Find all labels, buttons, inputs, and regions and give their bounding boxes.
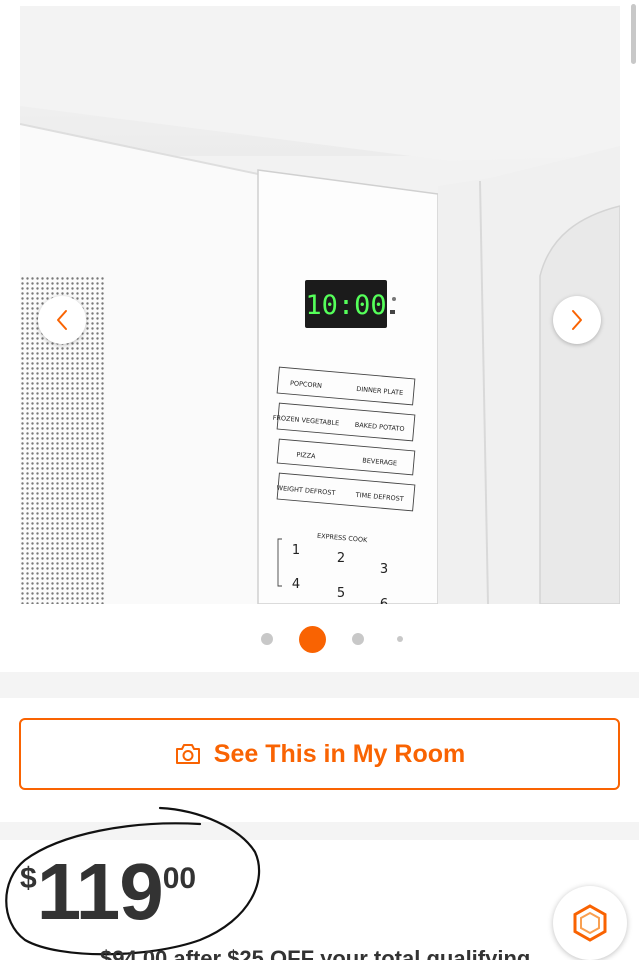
carousel-dot[interactable] [261, 633, 273, 645]
price-dollars: 119 [36, 847, 164, 936]
svg-text:PIZZA: PIZZA [296, 451, 316, 461]
svg-text:4: 4 [292, 577, 300, 592]
svg-text:2: 2 [337, 551, 345, 566]
section-divider [0, 822, 639, 840]
carousel-dot-active[interactable] [299, 626, 326, 653]
see-in-my-room-label: See This in My Room [213, 739, 466, 768]
svg-text:5: 5 [337, 586, 345, 601]
camera-icon [175, 744, 200, 764]
promo-text: $94.00 after $25 OFF your total qualifyi… [100, 946, 531, 960]
price-currency: $ [20, 862, 37, 895]
section-divider [0, 672, 639, 698]
page-scrollbar[interactable] [631, 4, 636, 64]
price-section: $11900 [0, 840, 639, 960]
product-image-carousel[interactable]: 10:00 POPCORN DINNER PLATE FROZEN VEGETA… [0, 0, 639, 610]
chevron-left-icon [57, 310, 67, 330]
microwave-clock: 10:00 [305, 290, 386, 321]
hexagon-chat-icon [573, 904, 607, 942]
product-image: 10:00 POPCORN DINNER PLATE FROZEN VEGETA… [20, 6, 620, 604]
chevron-right-icon [572, 310, 582, 330]
carousel-dot[interactable] [397, 636, 403, 642]
carousel-next-button[interactable] [553, 296, 601, 344]
carousel-pagination [0, 626, 639, 653]
product-price: $11900 [20, 852, 196, 932]
svg-text:3: 3 [380, 562, 388, 577]
svg-text:1: 1 [292, 543, 300, 558]
svg-text:6: 6 [380, 597, 388, 604]
see-in-my-room-button[interactable]: See This in My Room [19, 718, 620, 790]
carousel-prev-button[interactable] [38, 296, 86, 344]
carousel-dot[interactable] [352, 633, 364, 645]
chat-button[interactable] [553, 886, 627, 960]
price-cents: 00 [162, 862, 197, 895]
